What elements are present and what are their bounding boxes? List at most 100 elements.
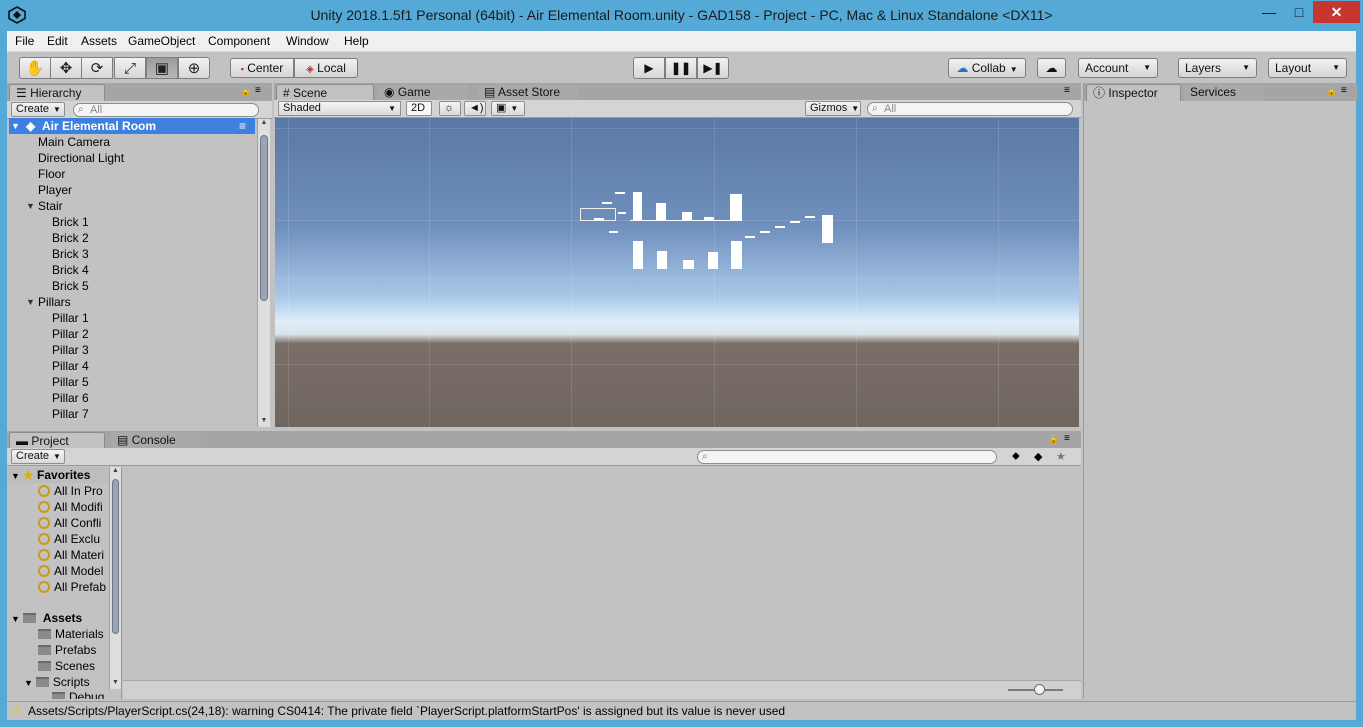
shading-mode-dropdown[interactable]: Shaded ▼ [278,101,401,116]
hierarchy-item[interactable]: Pillar 3 [7,342,255,358]
hierarchy-item[interactable]: Main Camera [7,134,255,150]
stair-brick[interactable] [790,221,800,223]
pillar-lower[interactable] [633,241,643,269]
expand-arrow-icon[interactable]: ▼ [11,118,20,134]
folder-tree-scrollbar[interactable]: ▲ ▼ [109,467,121,689]
favorite-item[interactable]: All Model [38,563,110,579]
hierarchy-item[interactable]: Pillar 7 [7,406,255,422]
tab-scene[interactable]: # Scene [276,84,374,101]
menu-component[interactable]: Component [208,34,270,48]
hierarchy-item[interactable]: Brick 2 [7,230,255,246]
scene-search-input[interactable]: ⌕ All [867,102,1073,116]
scrollbar-thumb[interactable] [112,479,119,634]
hierarchy-item[interactable]: Brick 1 [7,214,255,230]
lighting-toggle[interactable]: ☼ [439,101,461,116]
menu-file[interactable]: File [15,34,34,48]
stair-brick[interactable] [775,226,785,228]
scroll-down-icon[interactable]: ▼ [110,679,121,689]
hierarchy-item[interactable]: Directional Light [7,150,255,166]
hierarchy-item[interactable]: Brick 3 [7,246,255,262]
icon-size-slider-thumb[interactable] [1034,684,1045,695]
scroll-down-icon[interactable]: ▼ [258,417,270,427]
move-tool-button[interactable]: ✥ [50,57,82,79]
pivot-space-toggle[interactable]: ◈ Local [294,58,358,78]
filter-by-type-icon[interactable]: ⬥ [1012,450,1020,463]
play-button[interactable]: ▶ [633,57,665,79]
hierarchy-item[interactable]: Pillar 6 [7,390,255,406]
hierarchy-scrollbar[interactable]: ▲ ▼ [257,119,270,427]
filter-by-label-icon[interactable]: ◆ [1034,450,1042,463]
layout-dropdown[interactable]: Layout ▼ [1268,58,1347,78]
favorite-star-icon[interactable]: ★ [1056,450,1066,463]
favorite-item[interactable]: All Exclu [38,531,110,547]
favorites-header[interactable]: ▼ ★ Favorites [7,467,110,483]
favorite-item[interactable]: All Confli [38,515,110,531]
tab-game[interactable]: ◉ Game [378,84,468,101]
brick-platform[interactable] [615,192,625,194]
expand-arrow-icon[interactable]: ▼ [11,614,20,624]
menu-edit[interactable]: Edit [47,34,68,48]
pillar-lower[interactable] [657,251,667,269]
folder-item[interactable]: Scenes [38,658,110,674]
hierarchy-item[interactable]: Pillar 4 [7,358,255,374]
rotate-tool-button[interactable]: ⟳ [81,57,113,79]
hierarchy-item[interactable]: Pillar 2 [7,326,255,342]
cloud-button[interactable]: ☁ [1037,58,1066,78]
title-bar[interactable]: Unity 2018.1.5f1 Personal (64bit) - Air … [0,0,1363,31]
favorite-item[interactable]: All Prefab [38,579,110,595]
panel-menu-icon[interactable]: ≡ [1341,85,1347,96]
folder-item[interactable]: Prefabs [38,642,110,658]
favorite-item[interactable]: All In Pro [38,483,110,499]
assets-header[interactable]: ▼ Assets [7,610,110,626]
expand-arrow-icon[interactable]: ▼ [26,294,35,310]
pillar[interactable] [633,192,642,221]
maximize-button[interactable]: □ [1284,1,1314,23]
brick-platform[interactable] [602,202,612,204]
brick-platform[interactable] [594,218,604,220]
toggle-2d-button[interactable]: 2D [406,101,432,116]
scene-viewport[interactable] [275,118,1079,427]
hierarchy-item[interactable]: ▼ Stair [7,198,255,214]
panel-menu-icon[interactable]: ≡ [1064,433,1070,444]
menu-help[interactable]: Help [344,34,369,48]
brick-platform[interactable] [609,231,618,233]
effects-dropdown[interactable]: ▣ ▼ [491,101,525,116]
pillar[interactable] [656,203,666,221]
scale-tool-button[interactable]: ⤢ [114,57,146,79]
hierarchy-item[interactable]: Brick 5 [7,278,255,294]
hierarchy-item[interactable]: Floor [7,166,255,182]
hierarchy-search-input[interactable]: ⌕ All [73,103,259,117]
tab-console[interactable]: ▤ Console [111,432,201,449]
hierarchy-item[interactable]: Pillar 1 [7,310,255,326]
pivot-center-toggle[interactable]: ▪ Center [230,58,294,78]
gizmos-dropdown[interactable]: Gizmos ▼ [805,101,861,116]
hierarchy-item[interactable]: Brick 4 [7,262,255,278]
hierarchy-create-button[interactable]: Create ▼ [11,102,65,117]
project-content-area[interactable] [123,467,1081,680]
scene-menu-icon[interactable]: ≡ [239,118,246,134]
stair-brick[interactable] [760,231,770,233]
layers-dropdown[interactable]: Layers ▼ [1178,58,1257,78]
folder-item[interactable]: Debug [52,689,110,699]
hierarchy-item[interactable]: ▼ Pillars [7,294,255,310]
collab-dropdown[interactable]: ☁ Collab ▼ [948,58,1026,78]
account-dropdown[interactable]: Account ▼ [1078,58,1158,78]
rect-tool-button[interactable]: ▣ [146,57,178,79]
scroll-up-icon[interactable]: ▲ [110,467,121,477]
pillar-lower[interactable] [731,241,742,269]
step-button[interactable]: ▶❚ [697,57,729,79]
pillar[interactable] [822,215,833,243]
tab-services[interactable]: Services [1184,84,1264,101]
audio-toggle[interactable]: ◄) [464,101,486,116]
pause-button[interactable]: ❚❚ [665,57,697,79]
tab-hierarchy[interactable]: ☰ Hierarchy [9,84,105,101]
folder-item[interactable]: Materials [38,626,110,642]
lock-icon[interactable]: 🔒 [240,86,251,97]
hierarchy-item[interactable]: Pillar 5 [7,374,255,390]
tab-project[interactable]: ▬ Project [9,432,105,449]
transform-tool-button[interactable]: ⊕ [178,57,210,79]
pillar[interactable] [730,194,742,221]
project-search-input[interactable]: ⌕ [697,450,997,464]
favorite-item[interactable]: All Modifi [38,499,110,515]
scrollbar-thumb[interactable] [260,135,268,301]
